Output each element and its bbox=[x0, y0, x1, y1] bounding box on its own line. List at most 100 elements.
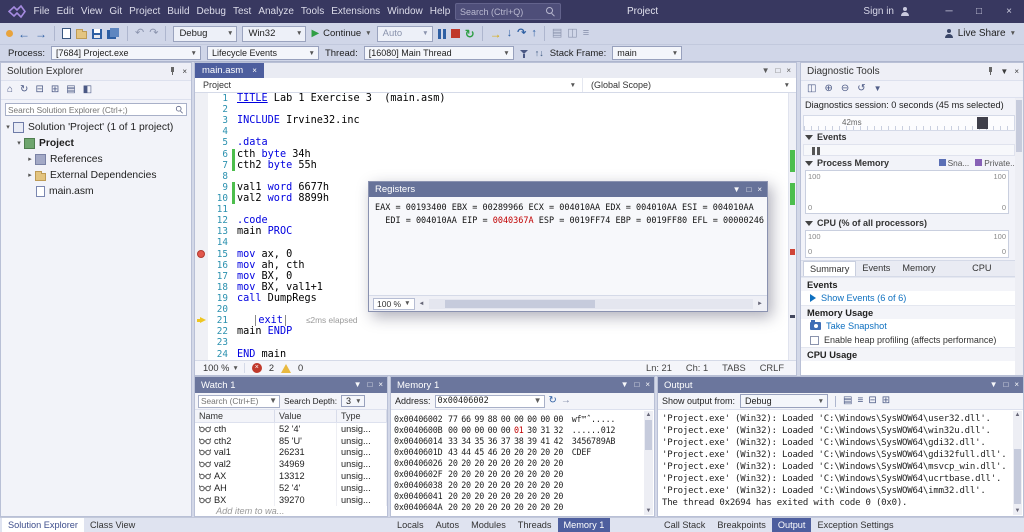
breakpoint-margin[interactable] bbox=[195, 293, 208, 304]
memory-byte[interactable]: 20 bbox=[554, 469, 564, 479]
memory-byte[interactable]: 20 bbox=[488, 502, 498, 512]
watch-value[interactable]: 85 'U' bbox=[275, 435, 337, 447]
memory-byte[interactable]: 20 bbox=[474, 469, 484, 479]
registers-header[interactable]: Registers ▼ □ × bbox=[369, 182, 767, 197]
breakpoint-margin[interactable] bbox=[195, 249, 208, 260]
float-icon[interactable]: □ bbox=[775, 67, 780, 75]
memory-byte[interactable]: 20 bbox=[540, 469, 550, 479]
memory-byte[interactable]: 20 bbox=[554, 491, 564, 501]
close-icon[interactable]: × bbox=[378, 381, 383, 389]
new-file-icon[interactable] bbox=[62, 28, 71, 39]
sign-in-button[interactable]: Sign in bbox=[863, 6, 894, 17]
save-all-icon[interactable] bbox=[107, 28, 120, 40]
memory-byte[interactable]: 00 bbox=[474, 425, 484, 435]
memory-byte[interactable]: 31 bbox=[540, 425, 550, 435]
tree-item-references[interactable]: ▸References bbox=[1, 151, 191, 167]
float-icon[interactable]: □ bbox=[1003, 381, 1008, 389]
memory-byte[interactable]: 20 bbox=[474, 502, 484, 512]
memory-byte[interactable]: 20 bbox=[527, 480, 537, 490]
zoom-in-icon[interactable]: ⊕ bbox=[824, 84, 832, 94]
memory-byte[interactable]: 20 bbox=[501, 447, 511, 457]
timeline-selection[interactable] bbox=[977, 117, 988, 129]
breakpoint-margin[interactable] bbox=[195, 315, 208, 326]
expander-icon[interactable]: ▸ bbox=[25, 171, 35, 179]
watch-value[interactable]: 39270 bbox=[275, 494, 337, 506]
memory-byte[interactable]: 20 bbox=[527, 502, 537, 512]
memory-byte[interactable]: 20 bbox=[514, 447, 524, 457]
go-icon[interactable]: → bbox=[561, 396, 571, 406]
memory-byte[interactable]: 43 bbox=[448, 447, 458, 457]
break-all-icon[interactable] bbox=[438, 29, 446, 39]
memory-byte[interactable]: 38 bbox=[514, 436, 524, 446]
breakpoint-margin[interactable] bbox=[195, 171, 208, 182]
memory-byte[interactable]: 20 bbox=[461, 458, 471, 468]
breakpoint-margin[interactable] bbox=[195, 271, 208, 282]
close-icon[interactable]: × bbox=[645, 381, 650, 389]
open-folder-icon[interactable] bbox=[76, 31, 87, 39]
tab-threads[interactable]: Threads bbox=[512, 518, 558, 532]
memory-byte[interactable]: 20 bbox=[501, 480, 511, 490]
memory-byte[interactable]: 20 bbox=[540, 491, 550, 501]
process-memory-section-header[interactable]: Process Memory Sna... Private... bbox=[805, 158, 1017, 168]
auto-combo[interactable]: Auto▼ bbox=[377, 26, 433, 42]
menu-window[interactable]: Window bbox=[384, 0, 427, 23]
pin-icon[interactable] bbox=[168, 67, 176, 76]
code-line[interactable]: 3INCLUDE Irvine32.inc bbox=[195, 115, 788, 126]
tab-memory-usage[interactable]: Memory Usage bbox=[896, 261, 966, 276]
code-line[interactable]: 22main ENDP bbox=[195, 326, 788, 337]
tab-modules[interactable]: Modules bbox=[465, 518, 512, 532]
code-line[interactable]: 2 bbox=[195, 104, 788, 115]
configuration-combo[interactable]: Debug▼ bbox=[173, 26, 237, 42]
watch-row[interactable]: BX39270unsig... bbox=[195, 494, 387, 506]
watch-row[interactable]: cth52 '4'unsig... bbox=[195, 423, 387, 435]
memory-byte[interactable]: 20 bbox=[474, 491, 484, 501]
breakpoint-margin[interactable] bbox=[195, 215, 208, 226]
navigate-forward-icon[interactable]: → bbox=[35, 28, 47, 40]
step-out-icon[interactable]: ↑ bbox=[531, 28, 537, 39]
restart-icon[interactable]: ↻ bbox=[465, 28, 475, 40]
horizontal-scrollbar[interactable] bbox=[429, 299, 754, 309]
redo-icon[interactable]: ↷ bbox=[149, 28, 158, 39]
chevron-down-icon[interactable]: ▼ bbox=[621, 381, 629, 389]
memory-byte[interactable]: 42 bbox=[554, 436, 564, 446]
watch-row[interactable]: AH52 '4'unsig... bbox=[195, 482, 387, 494]
tab-output[interactable]: Output bbox=[772, 518, 812, 532]
code-line[interactable]: 1TITLE Lab 1 Exercise 3 (main.asm) bbox=[195, 93, 788, 104]
float-icon[interactable]: □ bbox=[746, 186, 751, 194]
memory-byte[interactable]: 20 bbox=[448, 480, 458, 490]
pin-icon[interactable] bbox=[986, 67, 994, 76]
tab-locals[interactable]: Locals bbox=[391, 518, 430, 532]
menu-tools[interactable]: Tools bbox=[297, 0, 327, 23]
memory-byte[interactable]: 00 bbox=[488, 425, 498, 435]
menu-git[interactable]: Git bbox=[106, 0, 126, 23]
breakpoint-margin[interactable] bbox=[195, 182, 208, 193]
minimize-button[interactable]: ─ bbox=[934, 0, 964, 23]
zoom-control[interactable]: 100 %▼ bbox=[203, 363, 245, 373]
watch-name-cell[interactable]: val2 bbox=[195, 458, 275, 470]
memory-byte[interactable]: 00 bbox=[461, 425, 471, 435]
memory-byte[interactable]: 41 bbox=[540, 436, 550, 446]
memory-byte[interactable]: 20 bbox=[448, 491, 458, 501]
memory-row[interactable]: 0x004060143334353637383941423456789AB bbox=[394, 435, 638, 446]
memory-byte[interactable]: 00 bbox=[527, 414, 537, 424]
breakpoint-margin[interactable] bbox=[195, 282, 208, 293]
chevron-down-icon[interactable]: ▼ bbox=[1000, 68, 1008, 76]
memory-byte[interactable]: 00 bbox=[514, 414, 524, 424]
watch-value[interactable]: 34969 bbox=[275, 458, 337, 470]
memory-byte[interactable]: 36 bbox=[488, 436, 498, 446]
memory-byte[interactable]: 20 bbox=[474, 458, 484, 468]
add-watch-item[interactable]: Add item to wa... bbox=[195, 506, 387, 517]
breakpoint-margin[interactable] bbox=[195, 337, 208, 348]
memory-byte[interactable]: 37 bbox=[501, 436, 511, 446]
memory-byte[interactable]: 20 bbox=[514, 458, 524, 468]
memory-byte[interactable]: 20 bbox=[461, 491, 471, 501]
search-depth-combo[interactable]: 3▼ bbox=[341, 395, 365, 407]
code-line[interactable]: 5.data bbox=[195, 137, 788, 148]
take-snapshot-link[interactable]: Take Snapshot bbox=[801, 319, 1015, 333]
expander-icon[interactable]: ▾ bbox=[3, 123, 13, 131]
memory-byte[interactable]: 20 bbox=[501, 502, 511, 512]
breakpoint-margin[interactable] bbox=[195, 304, 208, 315]
breakpoint-icon[interactable] bbox=[197, 250, 205, 258]
memory-byte[interactable]: 01 bbox=[514, 425, 524, 435]
memory-byte[interactable]: 00 bbox=[448, 425, 458, 435]
